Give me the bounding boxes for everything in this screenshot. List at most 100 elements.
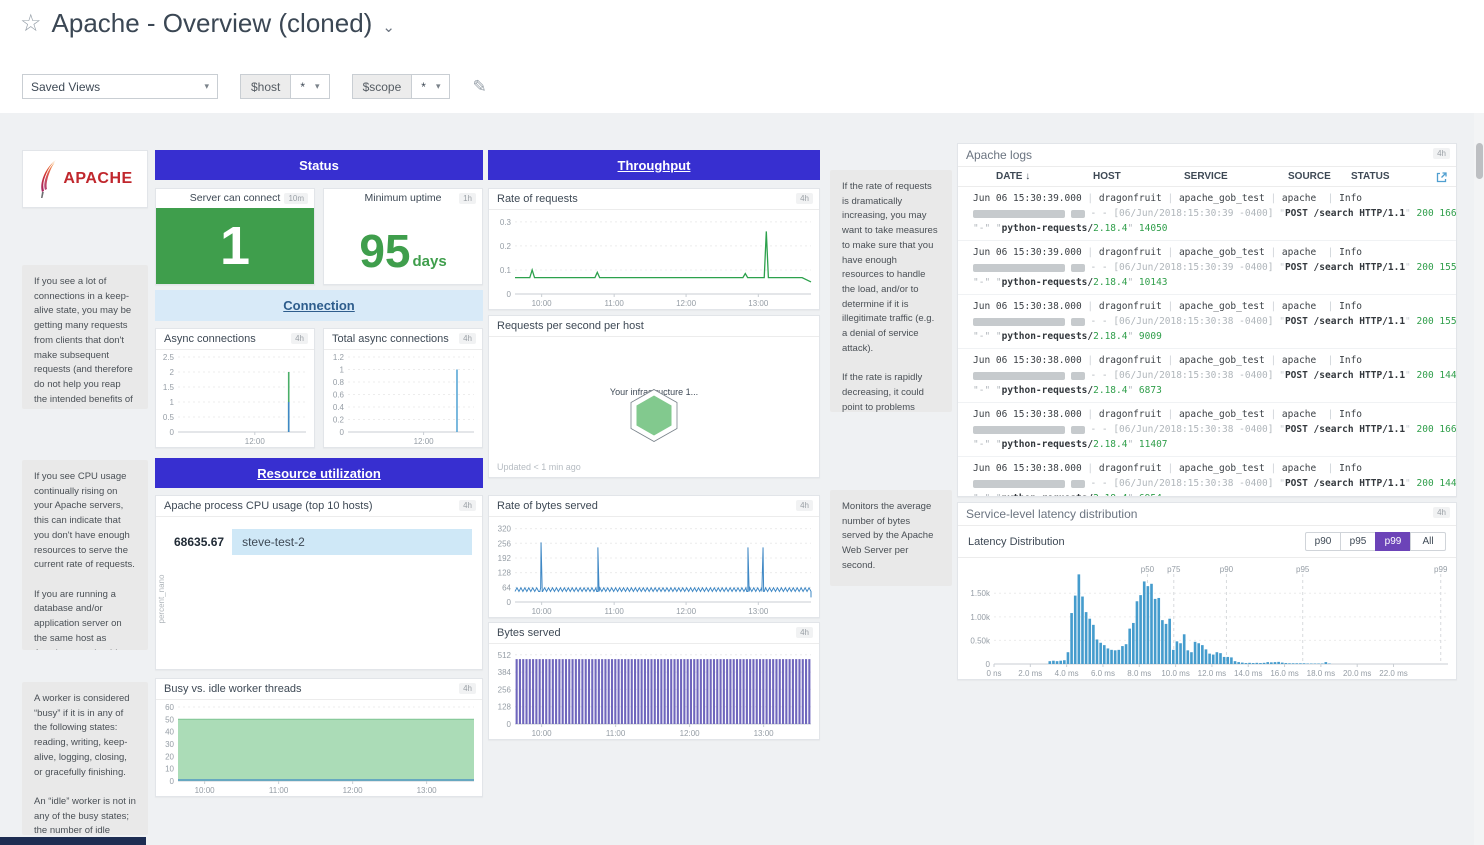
svg-text:p75: p75 (1167, 565, 1181, 574)
section-header-throughput[interactable]: Throughput (488, 150, 820, 180)
page-scrollbar-track[interactable] (1474, 113, 1484, 845)
svg-text:0.3: 0.3 (500, 218, 512, 227)
section-header-connection[interactable]: Connection (155, 290, 483, 321)
host-var-value-select[interactable]: * ▾ (290, 75, 328, 98)
widget-server-can-connect[interactable]: Server can connect 10m 1 (155, 188, 315, 285)
widget-rate-of-requests[interactable]: Rate of requests 4h 00.10.20.310:0011:00… (488, 188, 820, 310)
widget-worker-threads[interactable]: Busy vs. idle worker threads 4h 01020304… (155, 678, 483, 797)
latency-filter-p99[interactable]: p99 (1375, 532, 1411, 551)
svg-text:2.5: 2.5 (163, 353, 175, 362)
svg-text:13:00: 13:00 (754, 729, 775, 738)
redacted-id (1071, 426, 1085, 434)
async-connections-chart[interactable]: 00.511.522.512:00 (156, 350, 314, 447)
log-row[interactable]: Jun 06 15:30:38.000 | dragonfruit | apac… (958, 403, 1456, 457)
widget-cpu-usage-toplist[interactable]: Apache process CPU usage (top 10 hosts) … (155, 495, 483, 670)
edit-pencil-icon[interactable]: ✎ (472, 77, 486, 97)
svg-text:0.6: 0.6 (333, 391, 345, 400)
widget-bytes-served[interactable]: Bytes served 4h 012825638451210:0011:001… (488, 622, 820, 740)
redacted-id (1071, 480, 1085, 488)
svg-text:128: 128 (498, 569, 512, 578)
redacted-ip (973, 318, 1065, 326)
svg-text:12:00: 12:00 (414, 437, 435, 446)
open-in-log-explorer-icon[interactable] (1435, 171, 1448, 187)
scope-template-variable[interactable]: $scope * ▾ (352, 74, 451, 99)
log-row[interactable]: Jun 06 15:30:39.000 | dragonfruit | apac… (958, 241, 1456, 295)
svg-text:p95: p95 (1296, 565, 1310, 574)
widget-title: Rate of bytes served (497, 500, 598, 512)
latency-filter-p90[interactable]: p90 (1305, 532, 1341, 551)
bytes-served-chart[interactable]: 012825638451210:0011:0012:0013:00 (489, 644, 819, 739)
worker-threads-chart[interactable]: 010203040506010:0011:0012:0013:00 (156, 700, 482, 796)
widget-title-row: Requests per second per host (489, 316, 819, 337)
percentile-button-group: p90p95p99All (1306, 532, 1446, 551)
column-date[interactable]: DATE ↓ (996, 171, 1093, 182)
column-source[interactable]: SOURCE (1288, 171, 1351, 182)
log-row[interactable]: Jun 06 15:30:38.000 | dragonfruit | apac… (958, 295, 1456, 349)
log-row[interactable]: Jun 06 15:30:38.000 | dragonfruit | apac… (958, 349, 1456, 403)
widget-latency-distribution[interactable]: Service-level latency distribution 4h La… (957, 502, 1457, 680)
column-status[interactable]: STATUS (1351, 171, 1390, 182)
widget-title: Server can connect (190, 192, 280, 204)
titlebar: ☆ Apache - Overview (cloned) ⌄ (20, 8, 395, 39)
rate-of-bytes-chart[interactable]: 06412819225632010:0011:0012:0013:00 (489, 517, 819, 617)
column-service[interactable]: SERVICE (1184, 171, 1288, 182)
latency-filter-all[interactable]: All (1410, 532, 1446, 551)
widget-rate-of-bytes[interactable]: Rate of bytes served 4h 0641281922563201… (488, 495, 820, 618)
log-row-text: Jun 06 15:30:39.000 | dragonfruit | apac… (973, 245, 1456, 290)
redacted-id (1071, 318, 1085, 326)
svg-text:0.50k: 0.50k (970, 636, 991, 645)
svg-text:p90: p90 (1220, 565, 1234, 574)
chevron-down-icon[interactable]: ⌄ (382, 18, 395, 36)
svg-text:30: 30 (165, 740, 174, 749)
toolbar: Saved Views ▾ $host * ▾ $scope * ▾ ✎ (22, 74, 487, 99)
svg-text:12:00: 12:00 (676, 607, 697, 616)
svg-text:13:00: 13:00 (748, 299, 769, 308)
section-header-resource-utilization[interactable]: Resource utilization (155, 458, 483, 488)
svg-text:12:00: 12:00 (680, 729, 701, 738)
svg-text:40: 40 (165, 728, 174, 737)
latency-filter-p95[interactable]: p95 (1340, 532, 1376, 551)
svg-text:14.0 ms: 14.0 ms (1234, 669, 1262, 678)
svg-text:0.2: 0.2 (500, 242, 512, 251)
sort-desc-icon: ↓ (1025, 171, 1030, 182)
svg-text:0.5: 0.5 (163, 413, 175, 422)
section-header-status-label: Status (299, 158, 339, 173)
column-host[interactable]: HOST (1093, 171, 1184, 182)
log-row[interactable]: Jun 06 15:30:39.000 | dragonfruit | apac… (958, 187, 1456, 241)
widget-title-row: Minimum uptime 1h (324, 189, 482, 208)
widget-title: Async connections (164, 333, 256, 345)
hostmap-body[interactable]: Your infrastructure 1... Updated < 1 min… (489, 337, 819, 477)
favorite-star-icon[interactable]: ☆ (20, 12, 42, 36)
log-row[interactable]: Jun 06 15:30:38.000 | dragonfruit | apac… (958, 457, 1456, 496)
svg-text:11:00: 11:00 (604, 607, 624, 616)
page-scrollbar-thumb[interactable] (1476, 143, 1483, 179)
widget-apache-logs[interactable]: Apache logs 4h DATE ↓ HOST SERVICE SOURC… (957, 143, 1457, 497)
svg-text:2.0 ms: 2.0 ms (1018, 669, 1042, 678)
clipped-widget-edge (0, 837, 146, 845)
chevron-down-icon: ▾ (436, 81, 441, 92)
widget-async-connections[interactable]: Async connections 4h 00.511.522.512:00 (155, 328, 315, 448)
log-columns-header: DATE ↓ HOST SERVICE SOURCE STATUS (958, 167, 1456, 187)
apache-feather-icon (37, 159, 59, 199)
total-async-connections-chart[interactable]: 00.20.40.60.811.212:00 (324, 350, 482, 447)
host-hexagon[interactable] (628, 388, 680, 449)
saved-views-label: Saved Views (31, 80, 100, 94)
timeframe-badge: 10m (284, 193, 308, 204)
widget-title-row: Rate of bytes served 4h (489, 496, 819, 517)
toplist-row[interactable]: 68635.67 steve-test-2 (156, 517, 482, 555)
rate-of-requests-chart[interactable]: 00.10.20.310:0011:0012:0013:00 (489, 210, 819, 309)
widget-total-async-connections[interactable]: Total async connections 4h 00.20.40.60.8… (323, 328, 483, 448)
host-var-value: * (300, 80, 305, 94)
widget-minimum-uptime[interactable]: Minimum uptime 1h 95 days (323, 188, 483, 285)
svg-text:1.5: 1.5 (163, 383, 175, 392)
host-template-variable[interactable]: $host * ▾ (240, 74, 330, 99)
log-rows-list: Jun 06 15:30:39.000 | dragonfruit | apac… (958, 187, 1456, 496)
widget-requests-per-host[interactable]: Requests per second per host Your infras… (488, 315, 820, 478)
svg-text:256: 256 (498, 685, 512, 694)
scope-var-value-select[interactable]: * ▾ (411, 75, 449, 98)
saved-views-select[interactable]: Saved Views ▾ (22, 74, 218, 99)
widget-title: Rate of requests (497, 193, 578, 205)
svg-text:0 ns: 0 ns (986, 669, 1001, 678)
latency-histogram-chart[interactable]: 00.50k1.00k1.50k0 ns2.0 ms4.0 ms6.0 ms8.… (958, 558, 1456, 679)
svg-text:10:00: 10:00 (532, 607, 553, 616)
